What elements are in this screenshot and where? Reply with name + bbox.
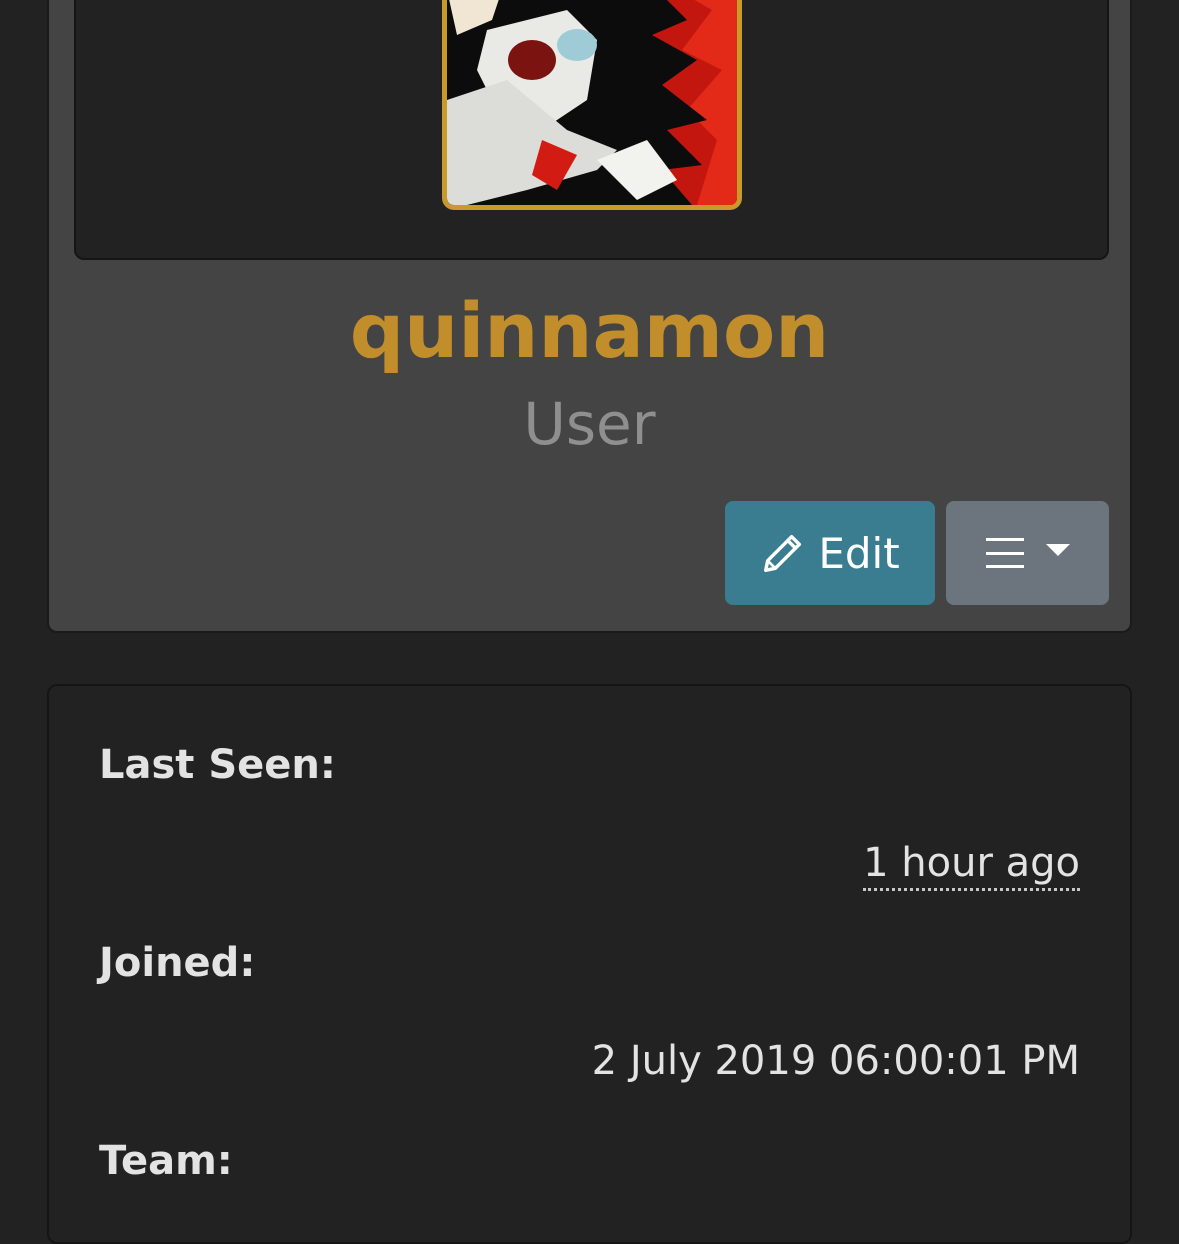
caret-down-icon bbox=[1045, 544, 1070, 556]
avatar-image bbox=[442, 0, 742, 210]
profile-card: quinnamon User Edit bbox=[47, 0, 1132, 633]
last-seen-label: Last Seen: bbox=[99, 742, 336, 788]
username: quinnamon bbox=[349, 286, 830, 375]
user-role: User bbox=[523, 390, 656, 458]
edit-button-label: Edit bbox=[818, 528, 900, 578]
joined-value: 2 July 2019 06:00:01 PM bbox=[591, 1038, 1080, 1084]
last-seen-value: 1 hour ago bbox=[863, 838, 1080, 891]
menu-dropdown-button[interactable] bbox=[946, 501, 1109, 605]
avatar-art bbox=[447, 0, 737, 205]
joined-label: Joined: bbox=[99, 940, 256, 986]
pencil-icon bbox=[764, 534, 802, 572]
last-seen-time: 1 hour ago bbox=[863, 840, 1080, 891]
hamburger-icon bbox=[985, 538, 1024, 568]
avatar-panel bbox=[74, 0, 1109, 260]
edit-button[interactable]: Edit bbox=[725, 501, 935, 605]
info-card: Last Seen: 1 hour ago Joined: 2 July 201… bbox=[47, 684, 1132, 1244]
